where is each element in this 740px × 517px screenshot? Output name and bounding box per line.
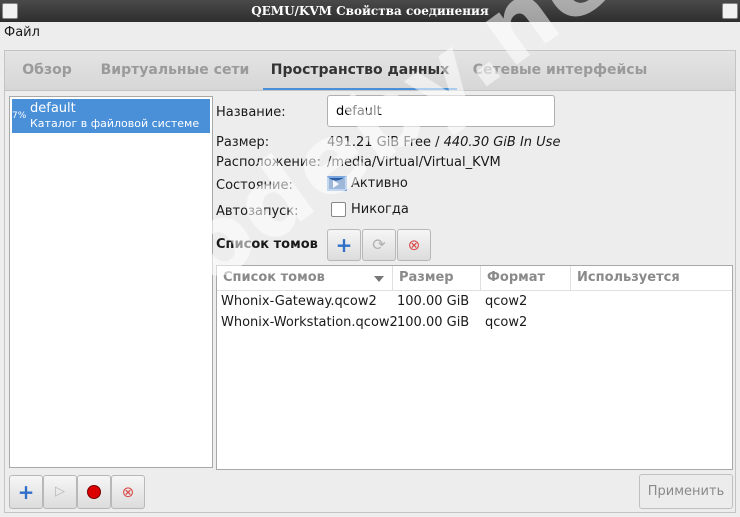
- size-label: Размер:: [216, 135, 270, 150]
- volume-format: qcow2: [485, 315, 528, 330]
- monitor-running-icon: [327, 176, 347, 191]
- pool-item-default[interactable]: 7% default Каталог в файловой системе: [12, 99, 210, 133]
- autostart-checkbox[interactable]: [331, 202, 346, 217]
- table-row[interactable]: Whonix-Gateway.qcow2 100.00 GiB qcow2: [217, 291, 732, 312]
- apply-button[interactable]: Применить: [639, 474, 733, 509]
- refresh-icon: ⟳: [372, 235, 386, 254]
- delete-pool-button[interactable]: ⊗: [111, 475, 145, 509]
- pool-details: Название: Размер: 491.21 GiB Free / 440.…: [215, 91, 735, 514]
- refresh-volumes-button[interactable]: ⟳: [362, 229, 396, 261]
- volume-name: Whonix-Gateway.qcow2: [221, 294, 377, 309]
- window-titlebar: QEMU/KVM Свойства соединения: [0, 0, 740, 22]
- window-close-button[interactable]: [722, 3, 738, 19]
- column-header-name[interactable]: Список томов: [217, 266, 393, 291]
- tab-overview[interactable]: Обзор: [11, 51, 83, 91]
- delete-volume-button[interactable]: ⊗: [397, 229, 431, 261]
- window-title: QEMU/KVM Свойства соединения: [251, 4, 489, 18]
- size-free: 491.21 GiB Free /: [327, 135, 440, 150]
- stop-icon: [87, 484, 101, 499]
- volume-list-title: Список томов: [216, 237, 318, 252]
- name-label: Название:: [216, 105, 286, 120]
- name-input[interactable]: [327, 95, 555, 127]
- state-label: Состояние:: [216, 178, 293, 193]
- autostart-label: Автозапуск:: [216, 204, 299, 219]
- sort-down-icon: [374, 276, 384, 282]
- pool-description: Каталог в файловой системе: [30, 117, 200, 130]
- storage-panel: 7% default Каталог в файловой системе На…: [4, 90, 736, 513]
- delete-icon: ⊗: [121, 483, 135, 501]
- add-pool-button[interactable]: +: [9, 475, 43, 509]
- plus-icon: +: [17, 480, 35, 504]
- state-value: Активно: [327, 176, 408, 191]
- play-icon: ▷: [55, 484, 65, 499]
- menu-file[interactable]: Файл: [4, 25, 44, 40]
- stop-pool-button[interactable]: [77, 475, 111, 509]
- size-used: 440.30 GiB In Use: [443, 135, 561, 150]
- add-volume-button[interactable]: +: [327, 229, 361, 261]
- location-value: /media/Virtual/Virtual_KVM: [327, 155, 501, 170]
- column-header-used[interactable]: Используется: [571, 266, 732, 291]
- autostart-toggle[interactable]: Никогда: [331, 202, 409, 217]
- plus-icon: +: [335, 233, 353, 257]
- volume-size: 100.00 GiB: [397, 294, 470, 309]
- table-row[interactable]: Whonix-Workstation.qcow2 100.00 GiB qcow…: [217, 312, 732, 333]
- volume-table: Список томов Размер Формат Используется …: [216, 265, 733, 470]
- window-menu-button[interactable]: [2, 3, 18, 19]
- location-label: Расположение:: [216, 155, 321, 170]
- tab-storage[interactable]: Пространство данных: [263, 51, 457, 91]
- pool-usage-percent: 7%: [12, 111, 27, 121]
- volume-size: 100.00 GiB: [397, 315, 470, 330]
- tab-bar: Обзор Виртуальные сети Пространство данн…: [4, 50, 736, 91]
- start-pool-button[interactable]: ▷: [43, 475, 77, 509]
- delete-icon: ⊗: [407, 236, 421, 254]
- state-text: Активно: [351, 176, 408, 191]
- pool-list: 7% default Каталог в файловой системе: [9, 96, 213, 468]
- tab-network-interfaces[interactable]: Сетевые интерфейсы: [467, 51, 653, 91]
- volume-format: qcow2: [485, 294, 528, 309]
- column-header-size[interactable]: Размер: [393, 266, 481, 291]
- pool-name: default: [30, 101, 76, 116]
- size-value: 491.21 GiB Free / 440.30 GiB In Use: [327, 135, 560, 150]
- column-header-format[interactable]: Формат: [481, 266, 571, 291]
- volume-name: Whonix-Workstation.qcow2: [221, 315, 398, 330]
- menubar: Файл: [0, 22, 740, 44]
- autostart-text: Никогда: [351, 202, 409, 217]
- volume-table-header: Список томов Размер Формат Используется: [217, 266, 732, 291]
- tab-virtual-networks[interactable]: Виртуальные сети: [95, 51, 255, 91]
